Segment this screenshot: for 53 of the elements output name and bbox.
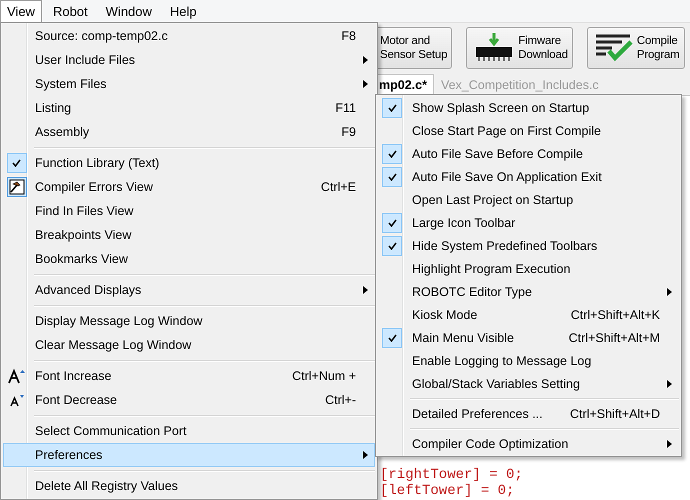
compile-check-icon xyxy=(594,33,633,63)
menu-item[interactable]: Delete All Registry Values xyxy=(3,474,375,498)
menu-item[interactable]: ROBOTC Editor Type xyxy=(378,280,679,303)
checkmark-icon xyxy=(388,242,396,250)
checkmark-icon xyxy=(388,219,396,227)
menu-item[interactable]: Find In Files View xyxy=(3,199,375,223)
menu-item[interactable]: Assembly F9 xyxy=(3,120,375,144)
chip-download-icon xyxy=(474,33,514,63)
menu-item[interactable]: Auto File Save Before Compile xyxy=(378,142,679,165)
menu-item[interactable]: Select Communication Port xyxy=(3,419,375,443)
menu-item[interactable]: Auto File Save On Application Exit xyxy=(378,165,679,188)
checkmark-icon xyxy=(388,104,396,112)
menu-bar-item[interactable]: Robot xyxy=(46,0,95,22)
menu-item[interactable]: Show Splash Screen on Startup xyxy=(378,96,679,119)
checkmark-icon xyxy=(388,173,396,181)
menu-item[interactable]: Font Increase Ctrl+Num + xyxy=(3,364,375,388)
menu-item[interactable]: Clear Message Log Window xyxy=(3,333,375,357)
menu-bar-item[interactable]: Help xyxy=(162,0,204,22)
menu-item[interactable]: Kiosk Mode Ctrl+Shift+Alt+K xyxy=(378,303,679,326)
menu-item[interactable]: Hide System Predefined Toolbars xyxy=(378,234,679,257)
menu-bar-item[interactable]: Window xyxy=(98,0,159,22)
code-line: [rightTower] = 0; xyxy=(380,467,524,483)
menu-item[interactable]: User Include Files xyxy=(3,48,375,72)
font-decrease-icon xyxy=(8,393,24,407)
menu-item[interactable]: Compiler Code Optimization xyxy=(378,432,679,455)
toolbar-button[interactable]: Compile Program xyxy=(586,27,685,69)
menu-item[interactable]: Source: comp-temp02.c F8 xyxy=(3,24,375,48)
menu-item[interactable]: Global/Stack Variables Setting xyxy=(378,372,679,395)
checkmark-icon xyxy=(388,150,396,158)
checkmark-icon xyxy=(388,334,396,342)
menu-item[interactable]: Main Menu Visible Ctrl+Shift+Alt+M xyxy=(378,326,679,349)
toolbar-button[interactable]: Fimware Download xyxy=(466,27,573,69)
menu-item[interactable]: Enable Logging to Message Log xyxy=(378,349,679,372)
menu-item[interactable]: Breakpoints View xyxy=(3,223,375,247)
menu-item[interactable]: Function Library (Text) xyxy=(3,151,375,175)
menu-item[interactable]: Close Start Page on First Compile xyxy=(378,119,679,142)
menu-item[interactable]: Large Icon Toolbar xyxy=(378,211,679,234)
menu-item[interactable]: Open Last Project on Startup xyxy=(378,188,679,211)
menu-item[interactable]: Listing F11 xyxy=(3,96,375,120)
checkmark-icon xyxy=(12,159,21,167)
menu-item[interactable]: Detailed Preferences ... Ctrl+Shift+Alt+D xyxy=(378,402,679,425)
menu-item[interactable]: Advanced Displays xyxy=(3,278,375,302)
menu-bar-item[interactable]: View xyxy=(0,0,42,22)
menu-item[interactable]: Font Decrease Ctrl+- xyxy=(3,388,375,412)
menu-item[interactable]: Highlight Program Execution xyxy=(378,257,679,280)
menu-item[interactable]: Bookmarks View xyxy=(3,247,375,271)
menu-item[interactable]: Compiler Errors View Ctrl+E xyxy=(3,175,375,199)
font-increase-icon xyxy=(8,368,26,384)
code-line: [leftTower] = 0; xyxy=(380,483,516,499)
hammer-icon xyxy=(6,177,26,197)
menu-item[interactable]: Display Message Log Window xyxy=(3,309,375,333)
menu-item[interactable]: Preferences xyxy=(3,443,375,467)
menu-item[interactable]: System Files xyxy=(3,72,375,96)
